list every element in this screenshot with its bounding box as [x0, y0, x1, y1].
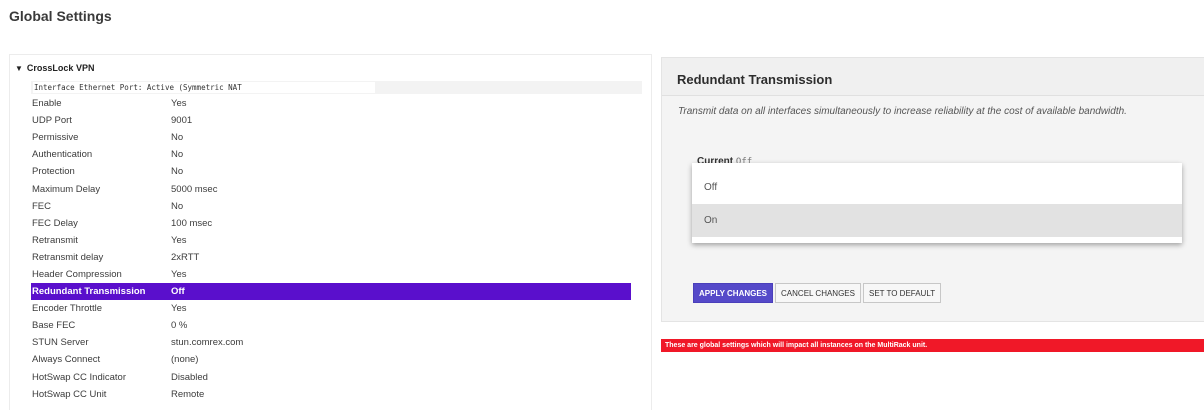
setting-value: Disabled: [171, 371, 208, 383]
value-dropdown-menu: Off On: [692, 163, 1182, 243]
setting-row[interactable]: STUN Server stun.comrex.com: [31, 334, 631, 351]
setting-value: No: [171, 166, 184, 178]
setting-row[interactable]: Permissive No: [31, 129, 631, 146]
interface-row: Interface Ethernet Port: Active (Symmetr…: [31, 81, 642, 94]
setting-row[interactable]: FEC Delay 100 msec: [31, 215, 631, 232]
expand-triangle-icon[interactable]: ▼: [15, 64, 23, 73]
setting-value: stun.comrex.com: [171, 337, 244, 349]
setting-label: HotSwap CC Indicator: [32, 371, 126, 383]
dropdown-option-off[interactable]: Off: [692, 171, 1182, 204]
set-to-default-button[interactable]: SET TO DEFAULT: [862, 283, 942, 303]
setting-value: Yes: [171, 234, 187, 246]
setting-value: 100 msec: [171, 217, 213, 229]
global-settings-warning: These are global settings which will imp…: [661, 339, 1204, 352]
setting-value: 2xRTT: [171, 251, 200, 263]
setting-label: UDP Port: [32, 115, 72, 127]
setting-row[interactable]: Protection No: [31, 163, 631, 180]
detail-header: Redundant Transmission: [662, 58, 1204, 96]
setting-value: (none): [171, 354, 199, 366]
setting-row[interactable]: Enable Yes: [31, 95, 631, 112]
setting-value: 0 %: [171, 320, 188, 332]
setting-row[interactable]: Header Compression Yes: [31, 266, 631, 283]
setting-value: Yes: [171, 98, 187, 110]
setting-value: Yes: [171, 268, 187, 280]
setting-row[interactable]: HotSwap CC Unit Remote: [31, 386, 631, 403]
dropdown-option-on[interactable]: On: [692, 204, 1182, 237]
setting-row[interactable]: UDP Port 9001: [31, 112, 631, 129]
setting-label: Header Compression: [32, 268, 122, 280]
tree-group-header[interactable]: ▼ CrossLock VPN: [15, 63, 94, 73]
setting-row[interactable]: Maximum Delay 5000 msec: [31, 180, 631, 197]
settings-rows: Enable Yes UDP Port 9001 Permissive No Authent…: [31, 95, 631, 403]
setting-row[interactable]: Authentication No: [31, 146, 631, 163]
setting-label: Retransmit delay: [32, 251, 104, 263]
page-title: Global Settings: [9, 8, 112, 24]
apply-changes-button[interactable]: APPLY CHANGES: [693, 283, 774, 303]
setting-value: Yes: [171, 303, 187, 315]
setting-label: Authentication: [32, 149, 93, 161]
setting-row[interactable]: Redundant Transmission Off: [31, 283, 631, 301]
setting-label: FEC: [32, 200, 51, 212]
setting-value: No: [171, 149, 184, 161]
setting-label: Redundant Transmission: [32, 286, 146, 298]
setting-value: Remote: [171, 388, 205, 400]
setting-label: Protection: [32, 166, 75, 178]
setting-label: HotSwap CC Unit: [32, 388, 107, 400]
detail-description: Transmit data on all interfaces simultan…: [678, 106, 1127, 117]
setting-value: 5000 msec: [171, 183, 218, 195]
setting-row[interactable]: Retransmit delay 2xRTT: [31, 249, 631, 266]
setting-label: Encoder Throttle: [32, 303, 103, 315]
setting-value: 9001: [171, 115, 193, 127]
setting-label: Retransmit: [32, 234, 78, 246]
setting-value: No: [171, 132, 184, 144]
setting-label: Base FEC: [32, 320, 76, 332]
setting-label: FEC Delay: [32, 217, 78, 229]
settings-tree-panel: ▼ CrossLock VPN Interface Ethernet Port:…: [9, 54, 652, 410]
action-buttons: APPLY CHANGES CANCEL CHANGES SET TO DEFA…: [693, 283, 943, 303]
setting-row[interactable]: Encoder Throttle Yes: [31, 300, 631, 317]
setting-row[interactable]: Always Connect (none): [31, 351, 631, 368]
setting-label: Permissive: [32, 132, 79, 144]
tree-group-label: CrossLock VPN: [26, 63, 95, 73]
setting-value: No: [171, 200, 184, 212]
setting-row[interactable]: HotSwap CC Indicator Disabled: [31, 369, 631, 386]
setting-label: Always Connect: [32, 354, 101, 366]
setting-value: Off: [171, 286, 185, 298]
setting-label: STUN Server: [32, 337, 89, 349]
setting-row[interactable]: FEC No: [31, 198, 631, 215]
setting-label: Maximum Delay: [32, 183, 101, 195]
setting-row[interactable]: Retransmit Yes: [31, 232, 631, 249]
detail-title: Redundant Transmission: [677, 72, 833, 87]
cancel-changes-button[interactable]: CANCEL CHANGES: [775, 283, 861, 303]
setting-label: Enable: [32, 98, 62, 110]
interface-status-field: Interface Ethernet Port: Active (Symmetr…: [33, 82, 375, 93]
setting-row[interactable]: Base FEC 0 %: [31, 317, 631, 334]
